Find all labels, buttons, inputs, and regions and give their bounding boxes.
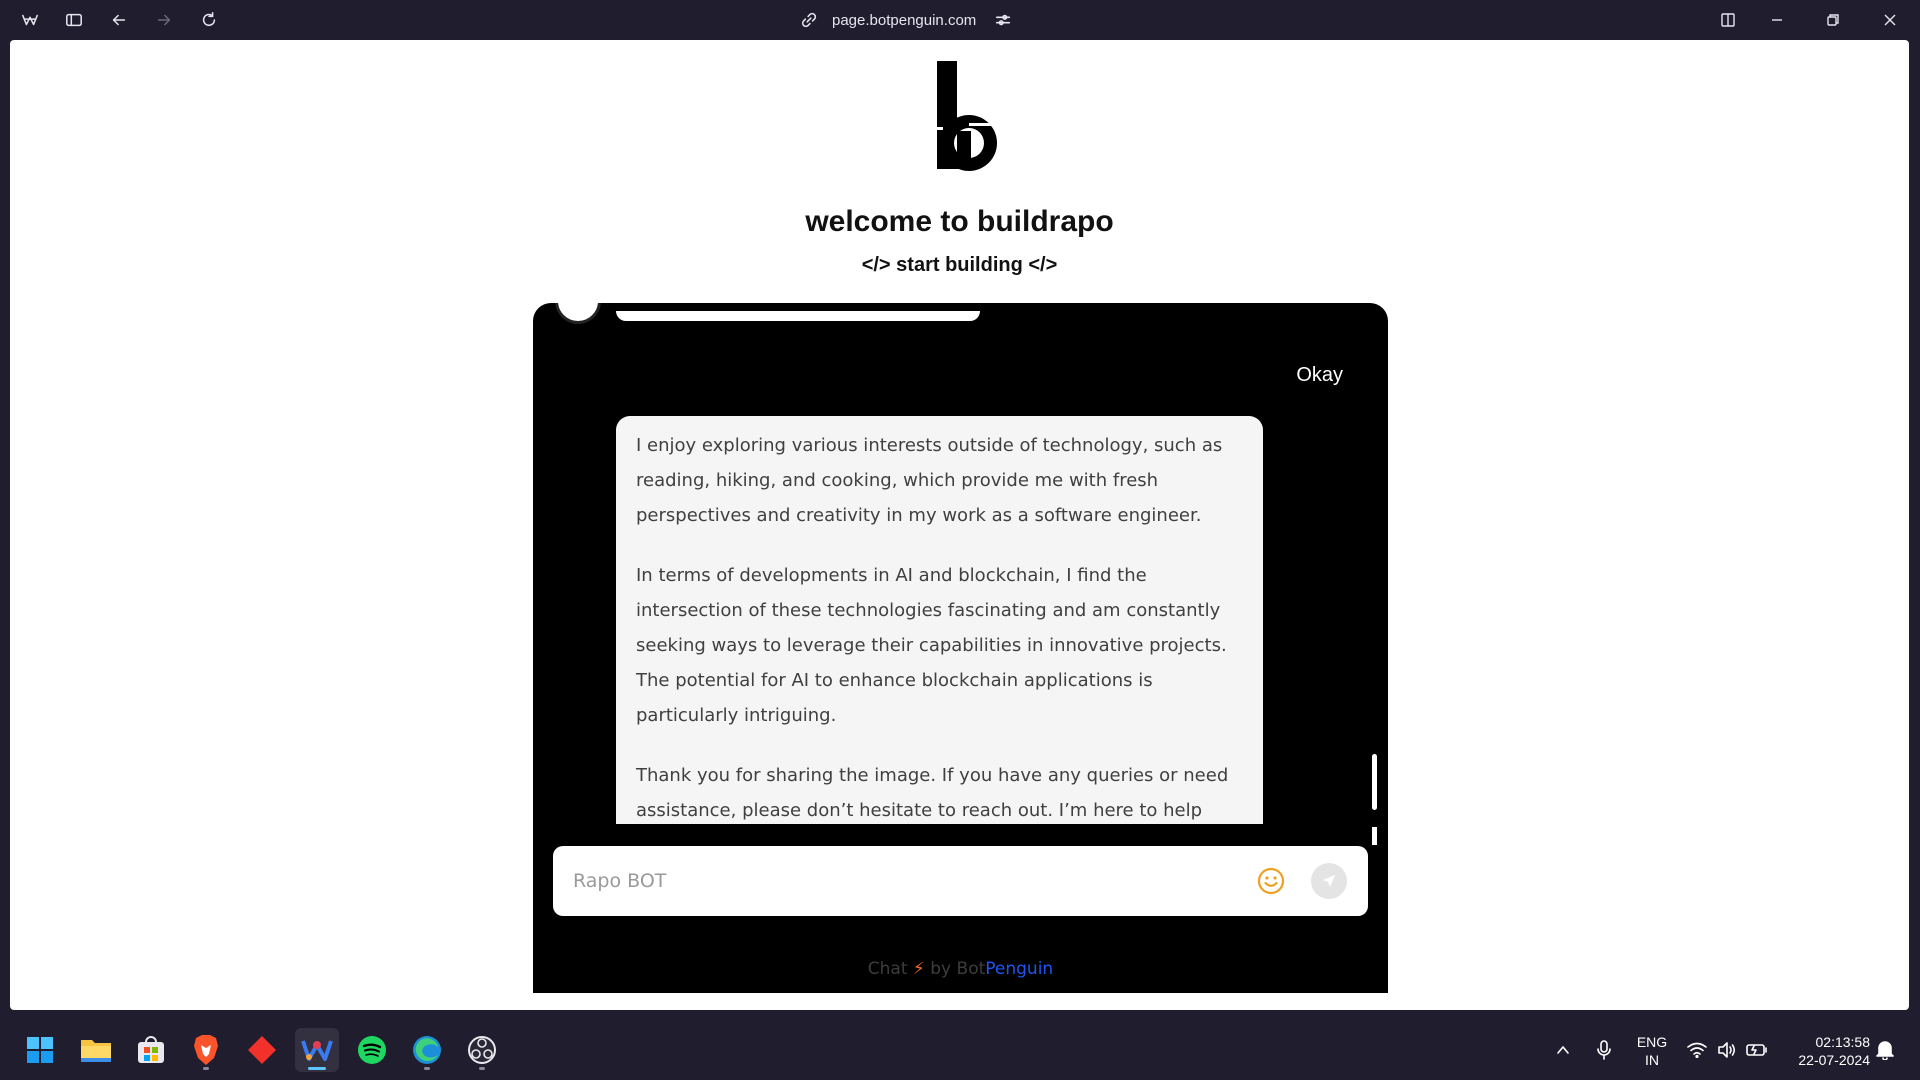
send-button[interactable] <box>1311 863 1347 899</box>
active-indicator <box>308 1067 326 1070</box>
restore-icon[interactable] <box>1813 6 1853 34</box>
language-code: ENG <box>1636 1034 1668 1050</box>
running-indicator <box>424 1067 430 1070</box>
powered-chat-text: Chat <box>867 959 908 979</box>
page-tagline: </> start building </> <box>861 254 1058 276</box>
back-arrow-icon[interactable] <box>105 6 133 34</box>
user-message: Okay <box>1296 364 1343 386</box>
wifi-icon[interactable] <box>1682 1020 1712 1080</box>
clock-time: 02:13:58 <box>1815 1034 1871 1050</box>
bot-paragraph: Thank you for sharing the image. If you … <box>636 765 1229 821</box>
send-icon <box>1322 874 1336 888</box>
microphone-icon[interactable] <box>1589 1020 1619 1080</box>
file-explorer-icon[interactable] <box>74 1028 118 1072</box>
microsoft-store-icon[interactable] <box>129 1028 173 1072</box>
buildrapo-logo <box>937 61 999 171</box>
running-indicator <box>203 1067 209 1070</box>
language-region: IN <box>1645 1052 1659 1068</box>
powered-brand-link[interactable]: Penguin <box>985 959 1053 979</box>
chat-scrollbar-track[interactable] <box>1372 827 1377 845</box>
close-icon[interactable] <box>1870 6 1910 34</box>
page-title: welcome to buildrapo <box>805 205 1114 238</box>
powered-by-text: by <box>930 959 957 979</box>
brave-browser-icon[interactable] <box>184 1028 228 1072</box>
chat-widget: Okay I enjoy exploring various interests… <box>533 303 1388 993</box>
minimize-icon[interactable] <box>1757 6 1797 34</box>
chat-input-box <box>553 846 1368 916</box>
lightning-icon: ⚡ <box>912 959 925 979</box>
clock-date: 22-07-2024 <box>1798 1052 1870 1068</box>
address-bar[interactable]: page.botpenguin.com <box>800 6 1060 34</box>
url-text[interactable]: page.botpenguin.com <box>832 12 976 29</box>
show-hidden-icons-chevron-icon[interactable] <box>1548 1020 1578 1080</box>
browser-titlebar: page.botpenguin.com <box>0 0 1920 40</box>
link-icon <box>801 12 817 28</box>
obs-studio-icon[interactable] <box>460 1028 504 1072</box>
bot-paragraph: In terms of developments in AI and block… <box>636 565 1227 726</box>
page-viewport: welcome to buildrapo </> start building … <box>10 40 1909 1010</box>
chat-scrollbar-thumb[interactable] <box>1372 754 1377 810</box>
split-view-icon[interactable] <box>1708 6 1748 34</box>
git-tool-icon[interactable] <box>240 1028 284 1072</box>
edge-browser-icon[interactable] <box>405 1028 449 1072</box>
notification-bell-icon[interactable] <box>1870 1020 1900 1080</box>
bot-message-bubble: I enjoy exploring various interests outs… <box>616 416 1263 824</box>
powered-by-footer[interactable]: Chat ⚡ by BotPenguin <box>533 959 1388 979</box>
sidebar-toggle-icon[interactable] <box>60 6 88 34</box>
battery-icon[interactable] <box>1742 1020 1772 1080</box>
bot-avatar <box>555 303 601 324</box>
powered-brand-part1: Bot <box>956 959 986 979</box>
emoji-icon[interactable] <box>1256 866 1286 896</box>
windows-start-icon[interactable] <box>18 1028 62 1072</box>
browser-logo-icon[interactable] <box>16 6 44 34</box>
forward-arrow-icon[interactable] <box>150 6 178 34</box>
input-language-indicator[interactable]: ENG IN <box>1632 1033 1672 1069</box>
site-settings-icon[interactable] <box>994 11 1012 29</box>
reload-icon[interactable] <box>195 6 223 34</box>
system-clock[interactable]: 02:13:58 22-07-2024 <box>1778 1033 1870 1069</box>
previous-bot-bubble <box>616 311 980 321</box>
volume-icon[interactable] <box>1712 1020 1742 1080</box>
spotify-icon[interactable] <box>350 1028 394 1072</box>
bot-paragraph: I enjoy exploring various interests outs… <box>636 435 1223 526</box>
wavebox-icon[interactable] <box>295 1028 339 1072</box>
running-indicator <box>479 1067 485 1070</box>
chat-message-input[interactable] <box>573 864 1253 898</box>
